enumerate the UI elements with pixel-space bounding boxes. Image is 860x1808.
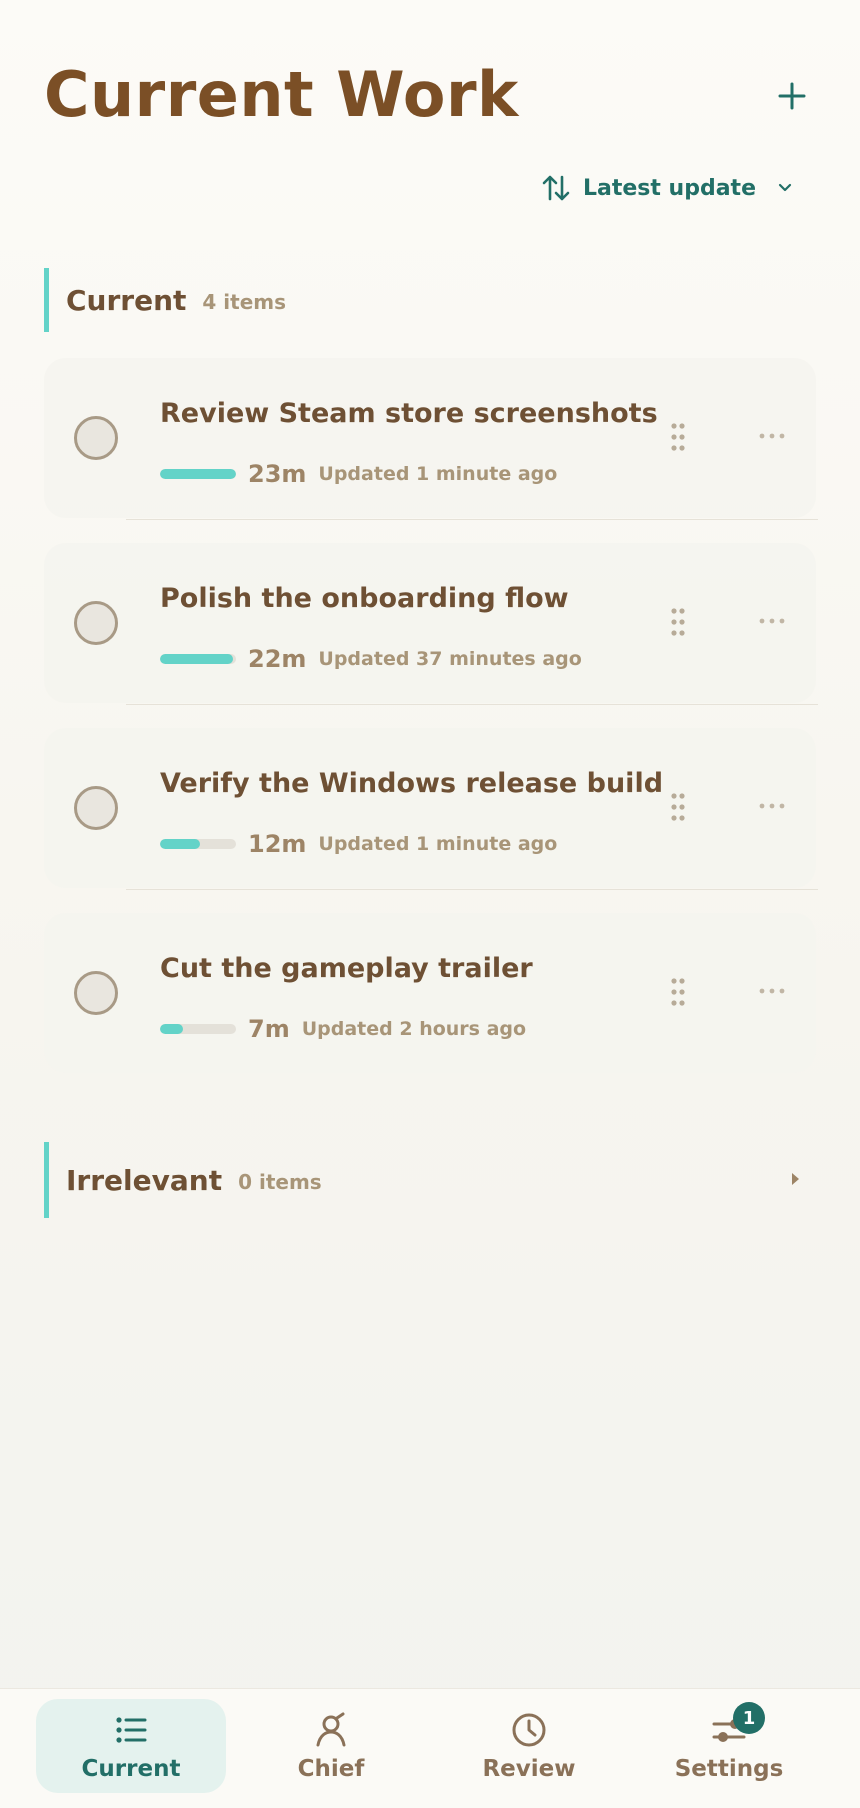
section-current-header: Current 4 items — [44, 268, 816, 332]
nav-item-chief[interactable]: Chief — [236, 1699, 426, 1793]
chevron-down-icon — [778, 183, 792, 192]
section-count: 4 items — [202, 290, 287, 314]
person-icon — [311, 1710, 351, 1750]
nav-item-review[interactable]: Review — [434, 1699, 624, 1793]
nav-label: Chief — [297, 1756, 365, 1782]
task-card[interactable]: Review Steam store screenshots 23m Updat… — [44, 358, 818, 520]
nav-label: Settings — [674, 1756, 784, 1782]
drag-handle-icon[interactable] — [670, 792, 686, 822]
task-meta: 22m Updated 37 minutes ago — [160, 645, 582, 673]
section-irrelevant-header[interactable]: Irrelevant 0 items — [44, 1142, 816, 1218]
task-checkbox[interactable] — [74, 416, 118, 460]
nav-label: Current — [81, 1756, 181, 1782]
progress-bar — [160, 469, 236, 479]
nav-label: Review — [482, 1756, 576, 1782]
section-title: Irrelevant — [66, 1163, 223, 1197]
more-options-icon[interactable] — [758, 432, 786, 440]
section-title: Current — [66, 283, 187, 317]
divider — [126, 518, 818, 520]
page-title: Current Work — [44, 58, 519, 131]
task-card[interactable]: Cut the gameplay trailer 7m Updated 2 ho… — [44, 913, 816, 1073]
task-updated: Updated 2 hours ago — [301, 1018, 527, 1040]
task-duration: 12m — [248, 830, 307, 858]
notification-badge: 1 — [733, 1702, 765, 1734]
task-duration: 7m — [248, 1015, 290, 1043]
task-title: Polish the onboarding flow — [160, 583, 569, 614]
task-title: Verify the Windows release build — [160, 768, 664, 799]
chevron-right-icon[interactable] — [788, 1170, 802, 1188]
divider — [126, 888, 818, 890]
task-checkbox[interactable] — [74, 786, 118, 830]
list-icon — [111, 1710, 151, 1750]
task-meta: 12m Updated 1 minute ago — [160, 830, 557, 858]
more-options-icon[interactable] — [758, 987, 786, 995]
sort-arrows-icon — [542, 175, 570, 201]
section-count: 0 items — [238, 1170, 322, 1194]
task-card[interactable]: Polish the onboarding flow 22m Updated 3… — [44, 543, 818, 705]
more-options-icon[interactable] — [758, 617, 786, 625]
task-card[interactable]: Verify the Windows release build 12m Upd… — [44, 728, 818, 890]
more-options-icon[interactable] — [758, 802, 786, 810]
drag-handle-icon[interactable] — [670, 607, 686, 637]
nav-item-settings[interactable]: 1 Settings — [634, 1699, 824, 1793]
progress-bar — [160, 654, 236, 664]
task-updated: Updated 1 minute ago — [318, 463, 558, 485]
progress-bar — [160, 1024, 236, 1034]
task-title: Cut the gameplay trailer — [160, 953, 533, 984]
task-checkbox[interactable] — [74, 971, 118, 1015]
plus-icon — [778, 82, 806, 110]
task-title: Review Steam store screenshots — [160, 398, 658, 429]
drag-handle-icon[interactable] — [670, 977, 686, 1007]
nav-item-current[interactable]: Current — [36, 1699, 226, 1793]
bottom-nav: Current Chief Review 1 Settings — [0, 1688, 860, 1808]
divider — [126, 703, 818, 705]
drag-handle-icon[interactable] — [670, 422, 686, 452]
clock-icon — [509, 1710, 549, 1750]
sliders-icon: 1 — [709, 1702, 765, 1750]
task-meta: 23m Updated 1 minute ago — [160, 460, 557, 488]
task-duration: 23m — [248, 460, 307, 488]
task-duration: 22m — [248, 645, 307, 673]
task-meta: 7m Updated 2 hours ago — [160, 1015, 526, 1043]
task-checkbox[interactable] — [74, 601, 118, 645]
add-button[interactable] — [768, 72, 816, 120]
task-updated: Updated 1 minute ago — [318, 833, 558, 855]
sort-dropdown[interactable]: Latest update — [541, 168, 796, 208]
task-updated: Updated 37 minutes ago — [318, 648, 582, 670]
progress-bar — [160, 839, 236, 849]
sort-label: Latest update — [582, 175, 756, 201]
header: Current Work — [44, 50, 816, 140]
